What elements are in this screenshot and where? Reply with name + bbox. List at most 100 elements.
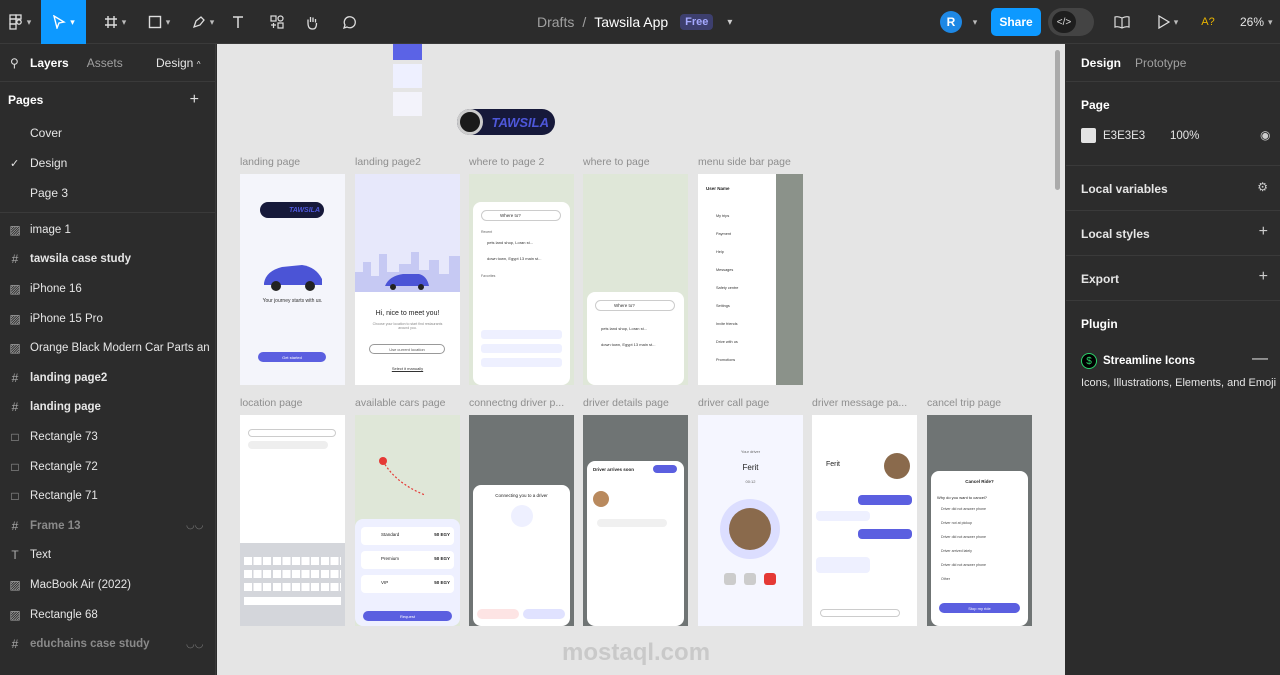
tab-assets[interactable]: Assets [87, 56, 123, 70]
frame-label[interactable]: location page [240, 397, 302, 409]
frame-driver-details-page[interactable]: Driver arrives soon [583, 415, 688, 626]
library-button[interactable] [1110, 0, 1134, 44]
plugin-name[interactable]: Streamline Icons [1103, 355, 1195, 367]
page-switcher[interactable]: Design ^ [156, 56, 200, 70]
recent-item[interactable]: down town, Egypt 13 main st... [487, 256, 541, 261]
frame-available-cars-page[interactable]: Standard 50 EGY Premium 50 EGY VIP 50 EGY Req… [355, 415, 460, 626]
message-input[interactable] [820, 609, 900, 617]
page-color-swatch[interactable] [1081, 128, 1096, 143]
frame-label[interactable]: landing page [240, 156, 300, 168]
main-menu-button[interactable]: ▾ [0, 0, 40, 44]
hand-tool-button[interactable] [300, 0, 324, 44]
variables-icon[interactable]: ⚙ [1257, 180, 1268, 194]
share-button[interactable]: Share [991, 8, 1041, 36]
page-item[interactable]: Page 3 [0, 178, 215, 208]
safety-button[interactable] [523, 609, 565, 619]
layer-row[interactable]: □ Rectangle 72 [0, 452, 215, 482]
page-item[interactable]: Cover [0, 118, 215, 148]
hidden-eye-icon[interactable]: ◡◡ [186, 639, 203, 650]
shape-tool-button[interactable]: ▾ [139, 0, 179, 44]
cancel-reason[interactable]: Driver arrived lately [941, 549, 972, 553]
frame-label[interactable]: driver call page [698, 397, 769, 409]
layer-row[interactable]: # landing page [0, 393, 215, 423]
page-opacity[interactable]: 100% [1170, 130, 1199, 142]
layer-row[interactable]: # Frame 13 ◡◡ [0, 511, 215, 541]
menu-item[interactable]: Invite friends [716, 322, 738, 326]
option-row[interactable] [481, 358, 562, 367]
cancel-reason[interactable]: Driver did not answer phone [941, 507, 986, 511]
select-manually-link[interactable]: Select it manually [355, 366, 460, 371]
option-row[interactable] [481, 330, 562, 339]
destination-input[interactable] [248, 441, 328, 449]
frame-landing-page[interactable]: TAWSILA Your journey starts with us. Get… [240, 174, 345, 385]
cancel-reason[interactable]: Other [941, 577, 950, 581]
dev-mode-toggle[interactable]: </> [1048, 8, 1094, 36]
menu-item[interactable]: Help [716, 250, 724, 254]
layer-row[interactable]: □ Rectangle 71 [0, 481, 215, 511]
layer-row[interactable]: ▨ MacBook Air (2022) [0, 570, 215, 600]
file-title[interactable]: Tawsila App [594, 14, 668, 30]
export-section[interactable]: Export + [1066, 256, 1280, 301]
local-styles-section[interactable]: Local styles + [1066, 211, 1280, 256]
car-option[interactable]: VIP 50 EGY [361, 575, 454, 593]
tab-layers[interactable]: Layers [30, 56, 69, 70]
cancel-reason[interactable]: Driver did not answer phone [941, 563, 986, 567]
layer-row[interactable]: # educhains case study ◡◡ [0, 629, 215, 659]
user-avatar[interactable]: R [940, 11, 962, 33]
page-item[interactable]: ✓ Design [0, 148, 215, 178]
text-tool-button[interactable] [227, 0, 249, 44]
layer-row[interactable]: ▨ iPhone 16 [0, 274, 215, 304]
frame-cancel-trip-page[interactable]: Cancel Ride? Why do you want to cancel? … [927, 415, 1032, 626]
layer-row[interactable]: ▨ image 1 [0, 215, 215, 245]
layer-row[interactable]: ▨ iPhone 15 Pro [0, 304, 215, 334]
layer-row[interactable]: □ Rectangle 73 [0, 422, 215, 452]
tawsila-logo[interactable]: TAWSILA [457, 109, 555, 135]
frame-landing-page2[interactable]: Hi, nice to meet you! Choose your locati… [355, 174, 460, 385]
ai-missing-fonts-button[interactable]: A? [1199, 0, 1217, 44]
option-row[interactable] [481, 344, 562, 353]
frame-label[interactable]: connectng driver p... [469, 397, 564, 409]
frame-label[interactable]: where to page [583, 156, 650, 168]
cancel-reason[interactable]: Driver not at pickup [941, 521, 972, 525]
menu-item[interactable]: Safety centre [716, 286, 738, 290]
present-button[interactable]: ▾ [1151, 0, 1185, 44]
tab-design[interactable]: Design [1081, 56, 1121, 70]
location-input[interactable] [248, 429, 336, 437]
layer-row[interactable]: ▨ Rectangle 68 [0, 600, 215, 630]
color-swatch-white[interactable] [393, 92, 422, 116]
frame-where-to-page-2[interactable]: Where to? Recent pets land shop, Loran s… [469, 174, 574, 385]
canvas-scrollbar[interactable] [1055, 50, 1060, 190]
layer-row[interactable]: T Text [0, 541, 215, 571]
search-icon[interactable]: ⚲ [10, 56, 19, 70]
local-variables-section[interactable]: Local variables ⚙ [1066, 166, 1280, 211]
frame-driver-call-page[interactable]: Your driver Ferit 00:12 [698, 415, 803, 626]
recent-item[interactable]: down town, Egypt 13 main st... [601, 342, 655, 347]
menu-item[interactable]: Messages [716, 268, 733, 272]
car-option[interactable]: Premium 50 EGY [361, 551, 454, 569]
where-to-input[interactable]: Where to? [595, 300, 675, 311]
frame-where-to-page[interactable]: Where to? pets land shop, Loran st... do… [583, 174, 688, 385]
end-call-icon[interactable] [764, 573, 776, 585]
eye-icon[interactable]: ◉ [1260, 128, 1270, 142]
layer-row[interactable]: # tawsila case study [0, 245, 215, 275]
where-to-input[interactable]: Where to? [481, 210, 561, 221]
frame-label[interactable]: menu side bar page [698, 156, 791, 168]
frame-label[interactable]: cancel trip page [927, 397, 1001, 409]
layer-row[interactable]: ▨ Orange Black Modern Car Parts an... [0, 333, 215, 363]
frame-driver-message-page[interactable]: Ferit [812, 415, 917, 626]
stop-ride-button[interactable]: Stop my ride [939, 603, 1020, 613]
menu-item[interactable]: Drive with us [716, 340, 738, 344]
use-location-button[interactable]: Use current location [369, 344, 445, 354]
frame-label[interactable]: driver message pa... [812, 397, 907, 409]
menu-item[interactable]: Promotions [716, 358, 735, 362]
frame-location-page[interactable] [240, 415, 345, 626]
menu-item[interactable]: My trips [716, 214, 729, 218]
frame-label[interactable]: available cars page [355, 397, 445, 409]
design-canvas[interactable]: TAWSILA landing page landing page2 where… [217, 44, 1065, 675]
frame-label[interactable]: landing page2 [355, 156, 421, 168]
menu-item[interactable]: Payment [716, 232, 731, 236]
frame-label[interactable]: driver details page [583, 397, 669, 409]
cancel-button[interactable] [477, 609, 519, 619]
remove-plugin-icon[interactable]: — [1252, 350, 1268, 368]
mic-icon[interactable] [744, 573, 756, 585]
